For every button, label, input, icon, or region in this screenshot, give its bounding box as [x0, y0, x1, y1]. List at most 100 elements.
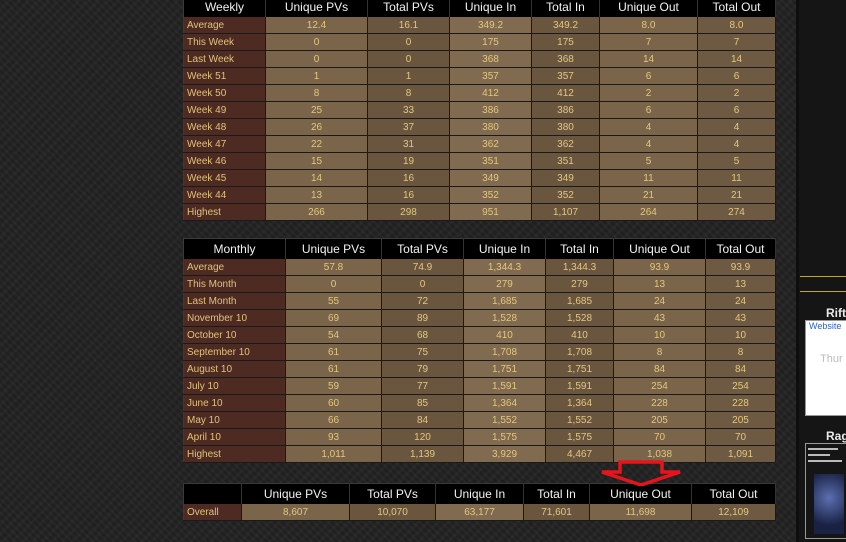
table-cell: 11,698	[589, 504, 692, 521]
thumb-text-line	[808, 454, 830, 456]
table-cell: 1,528	[545, 309, 614, 327]
row-label: This Week	[183, 33, 266, 51]
table-row: This Month 0 0 279 279 13 13	[183, 275, 776, 293]
table-cell: 362	[531, 135, 600, 153]
table-cell: 386	[531, 101, 600, 119]
table-cell: 0	[285, 275, 382, 293]
table-cell: 85	[381, 394, 464, 412]
thumb-text-line	[808, 460, 842, 462]
table-row: Average 12.4 16.1 349.2 349.2 8.0 8.0	[183, 17, 776, 34]
table-cell: 8	[613, 343, 706, 361]
table-cell: 5	[697, 152, 776, 170]
table-cell: 1	[265, 67, 368, 85]
table-cell: 7	[697, 33, 776, 51]
table-cell: 368	[449, 50, 532, 68]
row-label: July 10	[183, 377, 286, 395]
overall-header-4: Total In	[523, 483, 590, 504]
table-cell: 380	[449, 118, 532, 136]
sidebar-item2-title[interactable]: Rag	[826, 429, 846, 443]
sidebar-item1-link[interactable]: Website	[806, 321, 846, 331]
table-cell: 16	[367, 186, 450, 204]
table-row: This Week 0 0 175 175 7 7	[183, 33, 776, 51]
table-cell: 61	[285, 360, 382, 378]
table-cell: 351	[449, 152, 532, 170]
red-arrow-annotation	[601, 460, 681, 486]
table-cell: 1,091	[705, 445, 776, 463]
sidebar-item1-title[interactable]: Rift	[826, 306, 846, 320]
weekly-header-0: Weekly	[183, 0, 266, 17]
sidebar-item2-thumbnail[interactable]	[805, 443, 846, 539]
weekly-header-4: Total In	[531, 0, 600, 17]
table-cell: 13	[705, 275, 776, 293]
table-cell: 84	[381, 411, 464, 429]
weekly-header-5: Unique Out	[599, 0, 698, 17]
table-cell: 21	[599, 186, 698, 204]
table-cell: 349.2	[531, 17, 600, 34]
table-row: August 10 61 79 1,751 1,751 84 84	[183, 360, 776, 378]
table-cell: 410	[545, 326, 614, 344]
row-label: Week 51	[183, 67, 266, 85]
overall-header-3: Unique In	[435, 483, 524, 504]
table-cell: 60	[285, 394, 382, 412]
overall-header-1: Unique PVs	[241, 483, 350, 504]
table-cell: 412	[531, 84, 600, 102]
table-cell: 54	[285, 326, 382, 344]
table-cell: 24	[613, 292, 706, 310]
monthly-header-6: Total Out	[705, 238, 776, 259]
table-cell: 10	[705, 326, 776, 344]
table-cell: 93.9	[613, 259, 706, 276]
sidebar-divider	[800, 276, 846, 277]
table-cell: 1,364	[545, 394, 614, 412]
sidebar-item1-faded-text: Thur	[820, 353, 843, 365]
weekly-header-1: Unique PVs	[265, 0, 368, 17]
table-cell: 298	[367, 203, 450, 221]
table-cell: 33	[367, 101, 450, 119]
table-cell: 8	[367, 84, 450, 102]
table-cell: 1,552	[545, 411, 614, 429]
table-cell: 22	[265, 135, 368, 153]
table-cell: 349	[449, 169, 532, 187]
table-row: Week 44 13 16 352 352 21 21	[183, 186, 776, 204]
table-row: Highest 266 298 951 1,107 264 274	[183, 203, 776, 221]
sidebar-item1-thumbnail[interactable]: Website Thur	[805, 320, 846, 416]
row-label: Week 45	[183, 169, 266, 187]
table-cell: 1,591	[463, 377, 546, 395]
table-cell: 69	[285, 309, 382, 327]
table-cell: 412	[449, 84, 532, 102]
table-cell: 362	[449, 135, 532, 153]
table-row: July 10 59 77 1,591 1,591 254 254	[183, 377, 776, 395]
table-row: November 10 69 89 1,528 1,528 43 43	[183, 309, 776, 327]
table-cell: 0	[381, 275, 464, 293]
table-cell: 6	[599, 67, 698, 85]
row-label: Highest	[183, 203, 266, 221]
table-cell: 8	[265, 84, 368, 102]
row-label: June 10	[183, 394, 286, 412]
overall-header-row: Unique PVs Total PVs Unique In Total In Uniq…	[183, 483, 776, 504]
row-label: This Month	[183, 275, 286, 293]
weekly-stats-table: Weekly Unique PVs Total PVs Unique In Total …	[183, 0, 776, 221]
table-cell: 279	[545, 275, 614, 293]
table-cell: 1,685	[463, 292, 546, 310]
table-cell: 14	[697, 50, 776, 68]
table-cell: 0	[367, 33, 450, 51]
monthly-header-1: Unique PVs	[285, 238, 382, 259]
monthly-body: Average 57.8 74.9 1,344.3 1,344.3 93.9 93.9 Thi…	[183, 259, 776, 463]
row-label: Week 49	[183, 101, 266, 119]
table-cell: 59	[285, 377, 382, 395]
table-cell: 89	[381, 309, 464, 327]
table-cell: 16.1	[367, 17, 450, 34]
table-cell: 349.2	[449, 17, 532, 34]
table-cell: 12,109	[691, 504, 776, 521]
row-label: Overall	[183, 504, 242, 521]
table-cell: 66	[285, 411, 382, 429]
row-label: Highest	[183, 445, 286, 463]
table-cell: 70	[705, 428, 776, 446]
table-cell: 6	[697, 67, 776, 85]
table-cell: 15	[265, 152, 368, 170]
row-label: August 10	[183, 360, 286, 378]
table-cell: 79	[381, 360, 464, 378]
table-cell: 8.0	[697, 17, 776, 34]
table-row: Week 49 25 33 386 386 6 6	[183, 101, 776, 119]
row-label: Average	[183, 17, 266, 34]
table-row: Week 48 26 37 380 380 4 4	[183, 118, 776, 136]
